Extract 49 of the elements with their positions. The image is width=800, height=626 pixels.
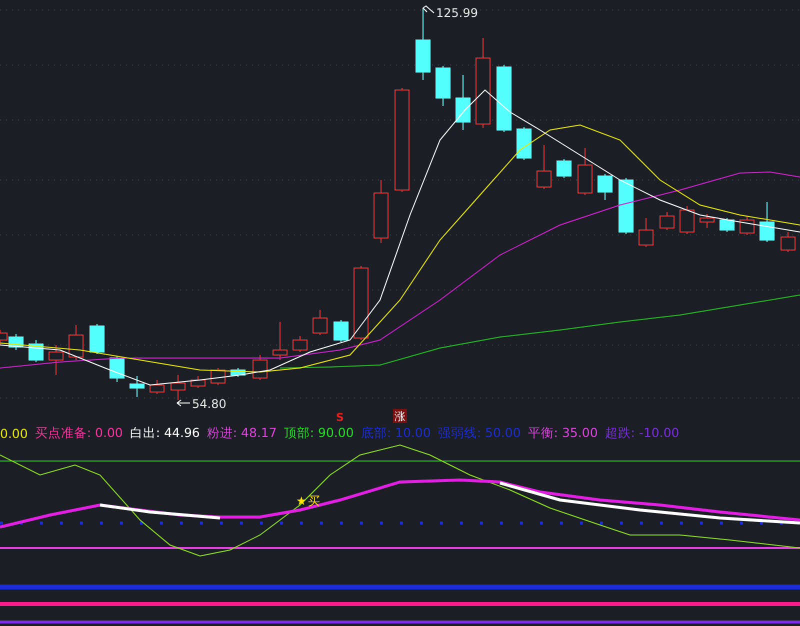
- low-price-label: 54.80: [192, 397, 226, 411]
- rise-signal: 涨: [393, 409, 407, 423]
- falling-candle: [90, 324, 104, 354]
- rising-candle: [48, 344, 64, 376]
- rising-candle: [680, 206, 694, 234]
- falling-candle: [230, 368, 246, 378]
- rising-candle: [312, 310, 328, 336]
- falling-candle: [760, 202, 774, 242]
- rising-candle: [252, 354, 268, 380]
- indicator-legend-item: 买点准备: 0.00: [34, 424, 123, 442]
- rising-candle: [660, 212, 674, 230]
- falling-candle: [598, 174, 612, 200]
- falling-candle: [130, 376, 144, 398]
- falling-candle: [556, 158, 572, 178]
- indicator-legend-item: 超跌: -10.00: [604, 424, 680, 442]
- rising-candle: [536, 144, 552, 190]
- rising-candle: [68, 324, 84, 360]
- leader-line: [176, 400, 190, 406]
- rising-candle: [578, 148, 592, 196]
- high-price-label: 125.99: [436, 6, 478, 20]
- sell-signal: S: [336, 411, 344, 424]
- falling-candle: [436, 66, 450, 106]
- falling-candle: [618, 178, 634, 234]
- indicator-legend-item: 粉进: 48.17: [206, 424, 277, 442]
- falling-candle: [516, 126, 532, 160]
- falling-candle: [720, 218, 734, 232]
- rising-candle: [780, 232, 796, 252]
- falling-candle: [110, 356, 124, 382]
- indicator-legend-item: 0.00: [0, 426, 28, 440]
- rising-candle: [292, 336, 308, 352]
- buy-signal: 买: [308, 494, 320, 508]
- rising-candle: [740, 216, 754, 236]
- rising-candle: [272, 322, 288, 360]
- rising-candle: [374, 180, 388, 244]
- rising-candle: [638, 218, 654, 248]
- indicator-legend-item: 平衡: 35.00: [528, 424, 598, 442]
- rising-candle: [190, 376, 206, 388]
- rising-candle: [700, 214, 714, 228]
- rising-candle: [170, 374, 186, 400]
- rising-candle: [150, 380, 164, 394]
- indicator-legend-item: 底部: 10.00: [360, 424, 431, 442]
- falling-candle: [334, 320, 348, 342]
- falling-candle: [456, 74, 470, 130]
- indicator-legend-item: 强弱线: 50.00: [438, 424, 521, 442]
- falling-candle: [8, 334, 24, 350]
- leader-line: [422, 5, 434, 14]
- indicator-legend-item: 白出: 44.96: [130, 424, 200, 442]
- indicator-legend-item: 顶部: 90.00: [284, 424, 354, 442]
- falling-candle: [496, 64, 512, 132]
